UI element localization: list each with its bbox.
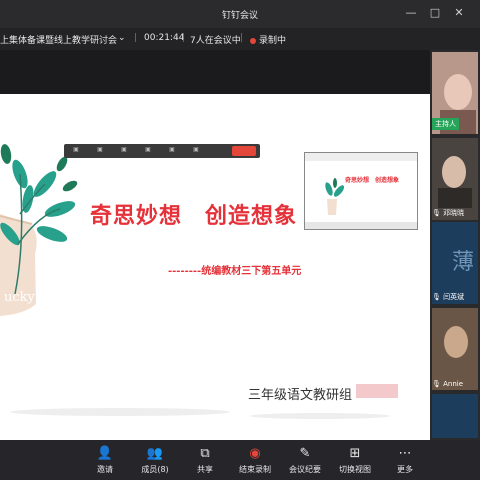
switch-view-button[interactable]: ⊞ 切换视图 (330, 446, 380, 475)
participant-name: 🎙 邓晓晓 (432, 209, 465, 217)
mic-icon: 🎙 (432, 380, 441, 388)
thumbnail-footer (305, 222, 417, 229)
pot-label: ucky (4, 290, 35, 305)
members-button[interactable]: 👥 成员(8) (130, 446, 180, 475)
more-icon: ⋯ (398, 446, 412, 461)
redaction-block (356, 384, 398, 398)
slide-title: 奇思妙想 创造想象 (90, 204, 298, 229)
maximize-icon[interactable]: □ (428, 6, 442, 20)
shared-screen-area: ucky 奇思妙想 创造想象 --------统编教材三下第五单元 三年级语文教… (0, 50, 430, 446)
minutes-button[interactable]: ✎ 会议纪要 (280, 446, 330, 475)
recording-status: 录制中 (250, 33, 286, 46)
record-dot-icon (250, 37, 256, 44)
participant-tile[interactable] (432, 394, 478, 438)
host-badge: 主持人 (432, 118, 459, 130)
participant-tile[interactable]: 🎙 Annie (432, 308, 478, 390)
participant-count[interactable]: 7人在会议中 (190, 33, 241, 46)
close-icon[interactable]: ✕ (452, 6, 466, 20)
participant-tile[interactable]: 薄 🎙 闫英斌 (432, 222, 478, 304)
record-icon: ◉ (249, 446, 261, 461)
members-icon: 👥 (146, 446, 164, 461)
chevron-down-icon[interactable]: ⌄ (118, 33, 126, 43)
participant-tile[interactable]: 🎙 邓晓晓 (432, 138, 478, 220)
share-button[interactable]: ⧉ 共享 (180, 446, 230, 475)
participant-name: 🎙 Annie (432, 380, 464, 388)
thumbnail-title: 奇思妙想 创造想象 (345, 177, 400, 184)
thumbnail-plant-icon (325, 178, 345, 215)
avatar: 薄 (452, 250, 475, 275)
avatar (432, 308, 478, 390)
slide-tool-icon[interactable]: ▣ (118, 146, 130, 156)
mic-icon: 🎙 (432, 209, 441, 217)
slide-tool-icon[interactable]: ▣ (70, 146, 82, 156)
invite-button[interactable]: 👤 邀请 (80, 446, 130, 475)
slide-group: 三年级语文教研组 (248, 388, 353, 403)
participant-tile[interactable]: 主持人 (432, 52, 478, 134)
slide-tool-icon[interactable]: ▣ (190, 146, 202, 156)
meeting-infobar: 上集体备课暨线上教学研讨会 ⌄ | 00:21:44 | 7人在会议中 | 录制… (0, 28, 480, 50)
share-screen-icon: ⧉ (200, 446, 210, 461)
end-record-button[interactable]: ◉ 结束录制 (230, 446, 280, 475)
more-button[interactable]: ⋯ 更多 (380, 446, 430, 475)
minimize-icon[interactable]: — (404, 6, 418, 20)
window-titlebar: 钉钉会议 — □ ✕ (0, 0, 480, 28)
mic-icon: 🎙 (432, 293, 441, 301)
meeting-toolbar: 👤 邀请 👥 成员(8) ⧉ 共享 ◉ 结束录制 ✎ 会议纪要 ⊞ 切换视图 ⋯ 更多 (0, 440, 480, 480)
add-user-icon: 👤 (96, 446, 114, 461)
grid-view-icon: ⊞ (349, 446, 361, 461)
slide-tool-icon[interactable]: ▣ (166, 146, 178, 156)
elapsed-time: 00:21:44 (144, 33, 185, 43)
slide-control-toolbar: ▣ ▣ ▣ ▣ ▣ ▣ (64, 144, 260, 158)
participant-name: 🎙 闫英斌 (432, 293, 465, 301)
thumbnail-header (305, 153, 417, 161)
screen-preview-thumbnail[interactable]: 奇思妙想 创造想象 (304, 152, 418, 230)
slide-tool-icon[interactable]: ▣ (94, 146, 106, 156)
meeting-title[interactable]: 上集体备课暨线上教学研讨会 (0, 33, 117, 46)
slide-subtitle: --------统编教材三下第五单元 (168, 266, 302, 277)
participant-panel: 主持人 🎙 邓晓晓 薄 🎙 闫英斌 🎙 Annie (430, 50, 480, 440)
slide-tool-icon[interactable]: ▣ (142, 146, 154, 156)
minutes-icon: ✎ (299, 446, 311, 461)
stop-share-button[interactable] (232, 146, 256, 156)
